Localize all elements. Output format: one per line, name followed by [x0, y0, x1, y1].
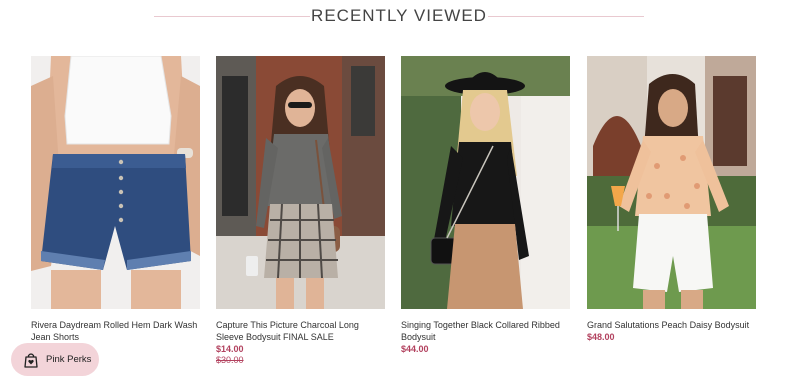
- header-divider-right: [488, 16, 644, 17]
- product-card[interactable]: Singing Together Black Collared Ribbed B…: [401, 56, 570, 355]
- product-name[interactable]: Grand Salutations Peach Daisy Bodysuit: [587, 319, 756, 331]
- product-price: $48.00: [587, 332, 615, 342]
- product-image[interactable]: [401, 56, 570, 309]
- section-header: RECENTLY VIEWED: [0, 4, 800, 28]
- section-title: RECENTLY VIEWED: [311, 6, 487, 25]
- product-image[interactable]: [31, 56, 200, 309]
- pink-perks-button[interactable]: Pink Perks: [11, 343, 99, 376]
- product-image[interactable]: [587, 56, 756, 309]
- product-card[interactable]: Grand Salutations Peach Daisy Bodysuit $…: [587, 56, 756, 343]
- product-compare-price: $30.00: [216, 355, 244, 365]
- product-price: $14.00: [216, 344, 244, 354]
- product-card[interactable]: Capture This Picture Charcoal Long Sleev…: [216, 56, 385, 366]
- pink-perks-label: Pink Perks: [46, 354, 92, 365]
- product-card[interactable]: Rivera Daydream Rolled Hem Dark Wash Jea…: [31, 56, 200, 344]
- product-name[interactable]: Rivera Daydream Rolled Hem Dark Wash Jea…: [31, 319, 200, 343]
- product-image[interactable]: [216, 56, 385, 309]
- shopping-bag-heart-icon: [24, 352, 38, 368]
- product-name[interactable]: Capture This Picture Charcoal Long Sleev…: [216, 319, 385, 343]
- header-divider-left: [154, 16, 310, 17]
- product-name[interactable]: Singing Together Black Collared Ribbed B…: [401, 319, 570, 343]
- product-price: $44.00: [401, 344, 429, 354]
- recently-viewed-page: RECENTLY VIEWED Rivera Daydream Rolled H…: [0, 0, 800, 388]
